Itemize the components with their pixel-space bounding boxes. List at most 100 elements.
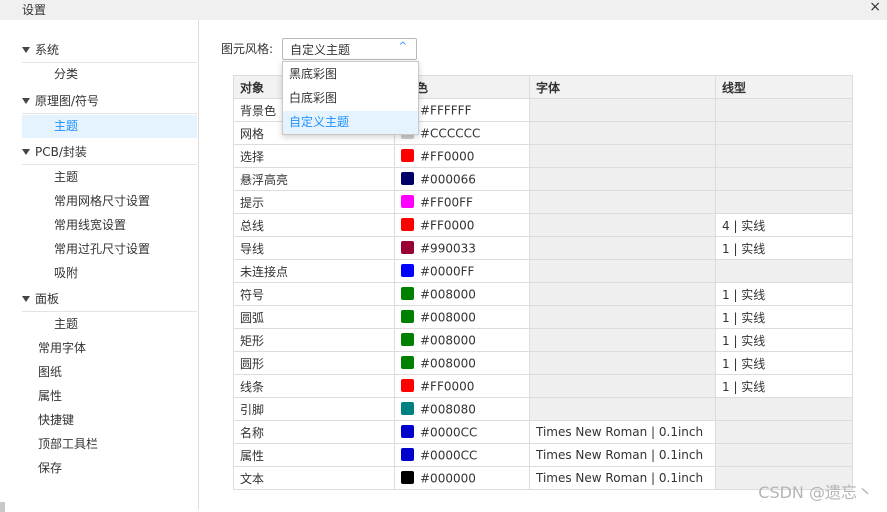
cell-color[interactable]: #FF0000 — [394, 213, 530, 237]
cell-line-style[interactable]: 1 | 实线 — [715, 236, 853, 260]
color-swatch[interactable] — [401, 148, 414, 162]
cell-line-style[interactable]: 1 | 实线 — [715, 351, 853, 375]
cell-color[interactable]: #008080 — [394, 397, 530, 421]
sidebar-item-shortcuts[interactable]: 快捷键 — [22, 409, 197, 432]
sidebar-group-system[interactable]: 系统 — [22, 39, 197, 63]
cell-line-style[interactable]: 1 | 实线 — [715, 328, 853, 352]
color-swatch[interactable] — [401, 355, 414, 369]
cell-object: 符号 — [233, 282, 395, 306]
color-swatch[interactable] — [401, 240, 414, 254]
table-row[interactable]: 矩形 #008000 1 | 实线 — [233, 328, 853, 352]
dropdown-option-black-bg[interactable]: 黑底彩图 — [283, 63, 418, 86]
sidebar-item-pcb-theme[interactable]: 主题 — [22, 166, 197, 189]
color-swatch[interactable] — [401, 286, 414, 300]
cell-object: 提示 — [233, 190, 395, 214]
cell-color[interactable]: #FF0000 — [394, 374, 530, 398]
collapse-triangle-icon[interactable] — [22, 148, 30, 155]
sidebar-item-sheet[interactable]: 图纸 — [22, 361, 197, 384]
cell-color[interactable]: #FF0000 — [394, 144, 530, 168]
table-row[interactable]: 提示 #FF00FF — [233, 190, 853, 214]
table-row[interactable]: 选择 #FF0000 — [233, 144, 853, 168]
cell-line-style[interactable]: 4 | 实线 — [715, 213, 853, 237]
color-swatch[interactable] — [401, 217, 414, 231]
scrollbar-indicator[interactable] — [0, 502, 5, 512]
cell-font[interactable]: Times New Roman | 0.1inch — [529, 420, 716, 444]
cell-color[interactable]: #990033 — [394, 236, 530, 260]
color-hex: #008000 — [420, 333, 476, 348]
table-row[interactable]: 属性 #0000CC Times New Roman | 0.1inch — [233, 443, 853, 467]
cell-object: 矩形 — [233, 328, 395, 352]
cell-color[interactable]: #FF00FF — [394, 190, 530, 214]
color-swatch[interactable] — [401, 194, 414, 208]
cell-color[interactable]: #0000CC — [394, 443, 530, 467]
sidebar-group-pcb-footprint[interactable]: PCB/封装 — [22, 141, 197, 165]
cell-object: 选择 — [233, 144, 395, 168]
sidebar-item-via-size[interactable]: 常用过孔尺寸设置 — [22, 238, 197, 261]
color-swatch[interactable] — [401, 332, 414, 346]
cell-line-style[interactable]: 1 | 实线 — [715, 282, 853, 306]
primitive-style-select[interactable]: 自定义主题 ^ — [282, 38, 417, 60]
sidebar-item-common-fonts[interactable]: 常用字体 — [22, 337, 197, 360]
sidebar-item-snap[interactable]: 吸附 — [22, 262, 197, 285]
cell-color[interactable]: #0000FF — [394, 259, 530, 283]
cell-color[interactable]: #008000 — [394, 282, 530, 306]
cell-color[interactable]: #000066 — [394, 167, 530, 191]
cell-object: 未连接点 — [233, 259, 395, 283]
table-row[interactable]: 引脚 #008080 — [233, 397, 853, 421]
sidebar-item-label: 主题 — [54, 317, 79, 331]
sidebar-item-line-width[interactable]: 常用线宽设置 — [22, 214, 197, 237]
cell-line-style[interactable]: 1 | 实线 — [715, 305, 853, 329]
cell-color[interactable]: #008000 — [394, 328, 530, 352]
chevron-up-icon[interactable]: ^ — [399, 41, 407, 52]
cell-font[interactable]: Times New Roman | 0.1inch — [529, 443, 716, 467]
cell-font[interactable]: Times New Roman | 0.1inch — [529, 466, 716, 490]
collapse-triangle-icon[interactable] — [22, 295, 30, 302]
table-row[interactable]: 未连接点 #0000FF — [233, 259, 853, 283]
close-icon[interactable]: × — [869, 0, 881, 15]
collapse-triangle-icon[interactable] — [22, 97, 30, 104]
sidebar-item-attributes[interactable]: 属性 — [22, 385, 197, 408]
cell-color[interactable]: #000000 — [394, 466, 530, 490]
color-swatch[interactable] — [401, 470, 414, 484]
sidebar-item-save[interactable]: 保存 — [22, 457, 197, 480]
collapse-triangle-icon[interactable] — [22, 46, 30, 53]
sidebar-item-category[interactable]: 分类 — [22, 63, 197, 86]
color-hex: #0000CC — [420, 425, 478, 440]
cell-object: 总线 — [233, 213, 395, 237]
dropdown-option-white-bg[interactable]: 白底彩图 — [283, 87, 418, 110]
cell-line-style — [715, 259, 853, 283]
table-row[interactable]: 圆形 #008000 1 | 实线 — [233, 351, 853, 375]
cell-object: 导线 — [233, 236, 395, 260]
sidebar-item-label: 吸附 — [54, 266, 79, 280]
dropdown-option-custom[interactable]: 自定义主题 — [283, 111, 418, 134]
sidebar-group-schematic-symbol[interactable]: 原理图/符号 — [22, 90, 197, 114]
color-swatch[interactable] — [401, 401, 414, 415]
header-font: 字体 — [529, 75, 716, 99]
table-row[interactable]: 总线 #FF0000 4 | 实线 — [233, 213, 853, 237]
table-row[interactable]: 导线 #990033 1 | 实线 — [233, 236, 853, 260]
sidebar-item-top-toolbar[interactable]: 顶部工具栏 — [22, 433, 197, 456]
table-row[interactable]: 圆弧 #008000 1 | 实线 — [233, 305, 853, 329]
table-row[interactable]: 名称 #0000CC Times New Roman | 0.1inch — [233, 420, 853, 444]
sidebar-group-panel[interactable]: 面板 — [22, 288, 197, 312]
color-swatch[interactable] — [401, 378, 414, 392]
cell-color[interactable]: #0000CC — [394, 420, 530, 444]
color-swatch[interactable] — [401, 424, 414, 438]
sidebar-item-schematic-theme[interactable]: 主题 — [22, 115, 197, 138]
sidebar-item-label: 主题 — [54, 170, 79, 184]
color-hex: #0000CC — [420, 448, 478, 463]
sidebar-item-grid-size[interactable]: 常用网格尺寸设置 — [22, 190, 197, 213]
cell-color[interactable]: #008000 — [394, 351, 530, 375]
color-swatch[interactable] — [401, 309, 414, 323]
cell-line-style[interactable]: 1 | 实线 — [715, 374, 853, 398]
table-row[interactable]: 符号 #008000 1 | 实线 — [233, 282, 853, 306]
color-swatch[interactable] — [401, 263, 414, 277]
cell-line-style — [715, 98, 853, 122]
color-swatch[interactable] — [401, 171, 414, 185]
table-row[interactable]: 线条 #FF0000 1 | 实线 — [233, 374, 853, 398]
table-row[interactable]: 悬浮高亮 #000066 — [233, 167, 853, 191]
color-swatch[interactable] — [401, 447, 414, 461]
color-hex: #FFFFFF — [420, 103, 472, 118]
cell-color[interactable]: #008000 — [394, 305, 530, 329]
sidebar-item-panel-theme[interactable]: 主题 — [22, 313, 197, 336]
